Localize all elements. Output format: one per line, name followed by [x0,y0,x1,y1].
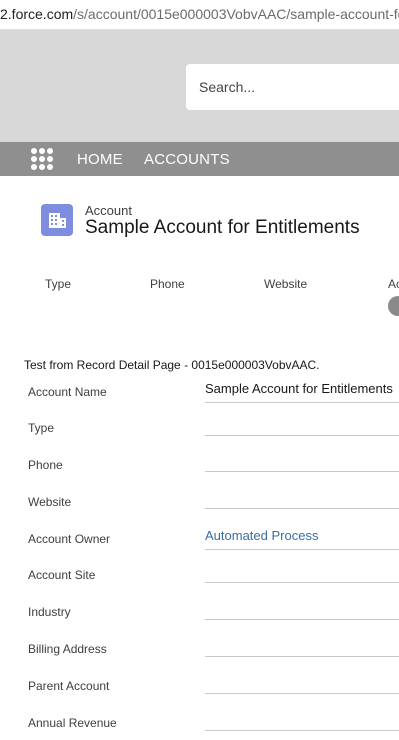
highlight-label-type: Type [45,277,72,291]
owner-avatar-icon[interactable] [388,296,399,316]
browser-url-bar[interactable]: 2.force.com/s/account/0015e000003VobvAAC… [0,0,399,30]
url-text[interactable]: 2.force.com/s/account/0015e000003VobvAAC… [0,6,399,22]
field-value-billing-address [205,627,399,657]
field-label-annual-revenue: Annual Revenue [28,716,117,730]
account-owner-link[interactable]: Automated Process [205,520,399,550]
app-launcher-icon[interactable] [31,148,53,170]
highlight-label-account-owner: Ac [388,277,399,291]
field-value-parent-account [205,664,399,694]
highlight-label-website: Website [264,277,308,291]
record-title: Sample Account for Entitlements [85,217,360,238]
field-label-parent-account: Parent Account [28,679,110,693]
object-type-label: Account [85,203,132,218]
detail-caption: Test from Record Detail Page - 0015e0000… [24,358,320,372]
nav-item-home[interactable]: HOME [77,151,123,168]
navigation-bar: HOME ACCOUNTS [0,142,399,176]
field-label-industry: Industry [28,605,71,619]
field-label-account-name: Account Name [28,385,107,399]
search-placeholder: Search... [199,79,256,95]
url-host: 2.force.com [0,6,74,22]
field-label-account-owner: Account Owner [28,532,111,546]
nav-item-accounts[interactable]: ACCOUNTS [144,151,230,168]
field-value-website [205,479,399,509]
site-header: Search... [0,30,399,142]
field-value-phone [205,442,399,472]
field-value-account-site [205,553,399,583]
field-value-type [205,406,399,436]
field-label-account-site: Account Site [28,568,96,582]
field-label-billing-address: Billing Address [28,642,107,656]
highlight-label-phone: Phone [150,277,185,291]
url-path: /s/account/0015e000003VobvAAC/sample-acc… [73,6,399,22]
account-icon [41,204,73,236]
field-label-website: Website [28,495,72,509]
field-value-annual-revenue [205,701,399,731]
search-input[interactable]: Search... [186,64,399,110]
field-label-type: Type [28,421,55,435]
field-value-account-name: Sample Account for Entitlements [205,373,399,403]
field-label-phone: Phone [28,458,63,472]
field-value-industry [205,590,399,620]
